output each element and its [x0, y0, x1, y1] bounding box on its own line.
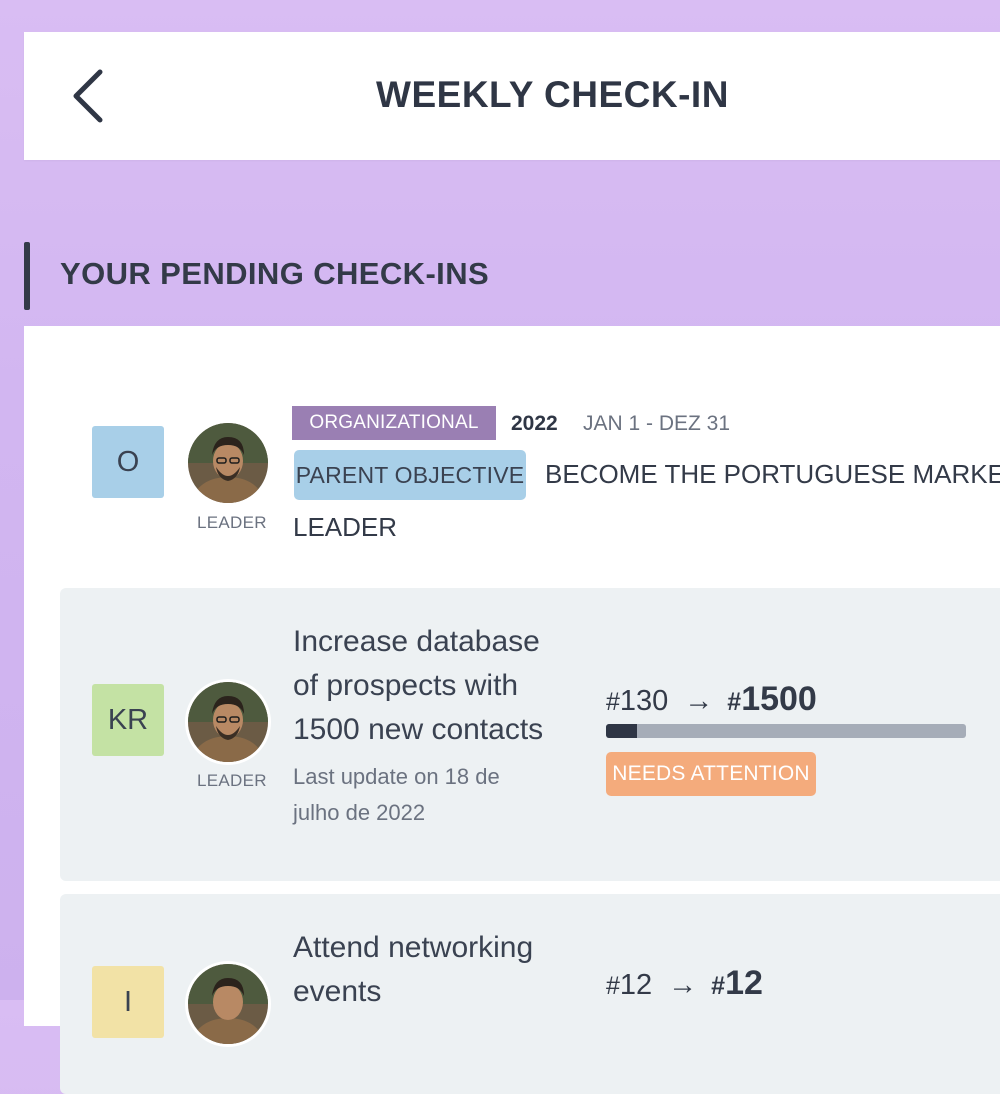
- arrow-right-icon: →: [684, 685, 714, 717]
- progress-bar-fill: [606, 724, 638, 738]
- page-title: WEEKLY CHECK-IN: [376, 74, 729, 115]
- start-value: 130: [619, 685, 669, 717]
- key-result-metric: #130 → #1500: [606, 680, 817, 718]
- key-result-title[interactable]: Attend networking events: [293, 926, 533, 1014]
- objective-period: JAN 1 - DEZ 31: [583, 412, 731, 435]
- avatar[interactable]: [188, 964, 268, 1044]
- section-title: YOUR PENDING CHECK-INS: [60, 256, 490, 291]
- role-label: LEADER: [197, 513, 267, 532]
- parent-objective-badge: PARENT OBJECTIVE: [294, 450, 526, 500]
- target-value: 12: [725, 964, 763, 1002]
- person-avatar-icon: [188, 682, 268, 762]
- objective-type-badge: ORGANIZATIONAL: [292, 406, 496, 440]
- key-result-type-tile: KR: [92, 684, 164, 756]
- objective-year: 2022: [511, 412, 558, 435]
- person-avatar-icon: [188, 423, 268, 503]
- arrow-right-icon: →: [668, 969, 698, 1001]
- last-update-text: Last update on 18 de julho de 2022: [293, 764, 500, 825]
- objective-title-line-2[interactable]: LEADER: [293, 512, 397, 543]
- objective-title-line-1[interactable]: BECOME THE PORTUGUESE MARKET: [545, 459, 1000, 490]
- section-accent-bar: [24, 242, 30, 310]
- key-result-metric: #12 → #12: [606, 964, 763, 1002]
- key-result-title[interactable]: Increase database of prospects with 1500…: [293, 620, 543, 752]
- start-value: 12: [619, 969, 653, 1001]
- avatar[interactable]: [188, 682, 268, 762]
- role-label: LEADER: [197, 771, 267, 790]
- key-result-type-tile: I: [92, 966, 164, 1038]
- progress-bar: [606, 724, 966, 738]
- person-avatar-icon: [188, 964, 268, 1044]
- target-value: 1500: [741, 680, 817, 718]
- avatar[interactable]: [188, 423, 268, 503]
- objective-type-tile: O: [92, 426, 164, 498]
- status-badge: NEEDS ATTENTION: [606, 752, 816, 796]
